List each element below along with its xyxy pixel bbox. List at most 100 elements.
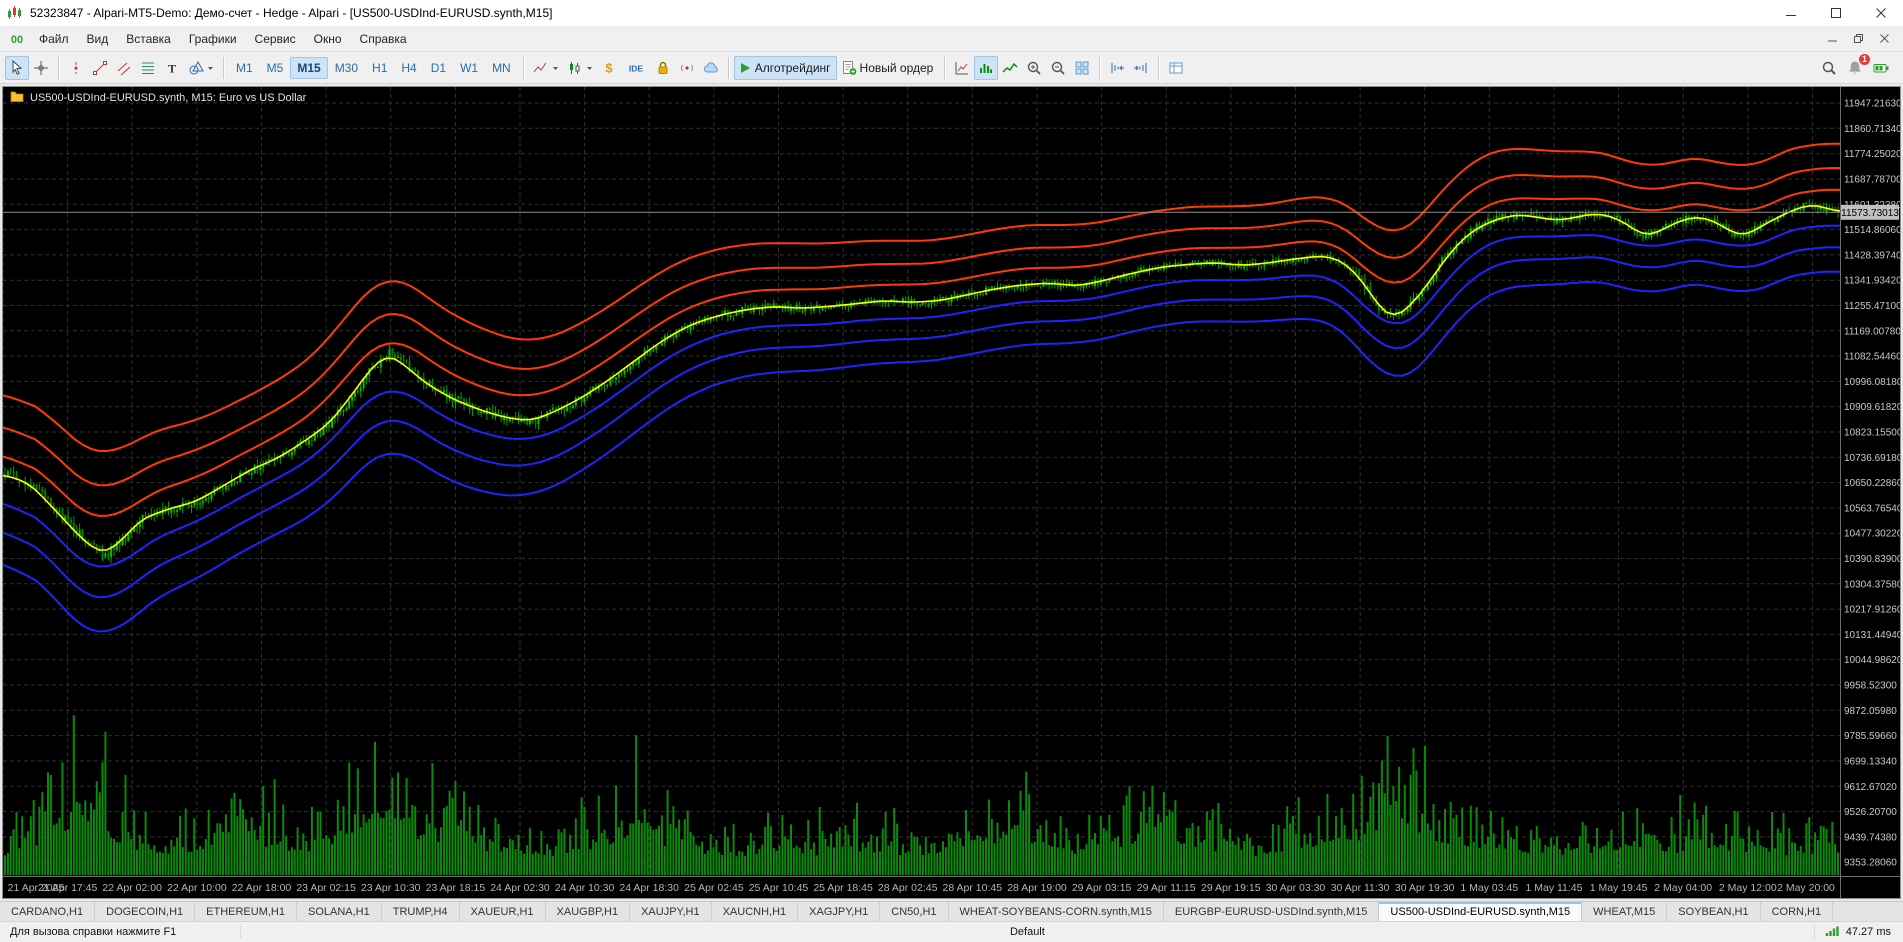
chart-tab-15[interactable]: SOYBEAN,H1 <box>1667 902 1761 921</box>
svg-text:25 Apr 02:45: 25 Apr 02:45 <box>684 882 744 894</box>
menu-item-0[interactable]: Файл <box>30 27 78 51</box>
zoom-in-button[interactable] <box>1022 56 1046 80</box>
svg-text:T: T <box>168 61 176 75</box>
shapes-tool[interactable] <box>184 56 218 80</box>
chart-tab-7[interactable]: XAUJPY,H1 <box>630 902 712 921</box>
svg-text:9526.20700: 9526.20700 <box>1844 807 1897 818</box>
svg-text:10909.61820: 10909.61820 <box>1844 402 1900 413</box>
svg-text:21 Apr 17:45: 21 Apr 17:45 <box>38 882 98 894</box>
chart-tab-16[interactable]: CORN,H1 <box>1760 902 1834 921</box>
timeframe-h4[interactable]: H4 <box>394 57 423 79</box>
chart-tab-3[interactable]: SOLANA,H1 <box>296 902 382 921</box>
svg-text:29 Apr 19:15: 29 Apr 19:15 <box>1201 882 1261 894</box>
status-profile[interactable]: Default <box>1000 926 1055 938</box>
svg-text:9872.05980: 9872.05980 <box>1844 706 1897 717</box>
timeframe-d1[interactable]: D1 <box>424 57 453 79</box>
minimize-button[interactable] <box>1768 0 1813 26</box>
close-button[interactable] <box>1858 0 1903 26</box>
menu-item-1[interactable]: Вид <box>78 27 118 51</box>
timeframe-m30[interactable]: M30 <box>328 57 365 79</box>
chart-tab-0[interactable]: CARDANO,H1 <box>0 902 96 921</box>
volumes-toggle[interactable] <box>974 55 999 80</box>
chart-tab-2[interactable]: ETHEREUM,H1 <box>195 902 297 921</box>
chart-tab-10[interactable]: CN50,H1 <box>880 902 949 921</box>
svg-text:2 May 04:00: 2 May 04:00 <box>1654 882 1712 894</box>
menu-item-4[interactable]: Сервис <box>246 27 305 51</box>
tile-windows-button[interactable] <box>1070 56 1094 80</box>
chart-symbol-text: US500-USDInd-EURUSD.synth, M15: Euro vs … <box>30 91 307 104</box>
svg-text:28 Apr 19:00: 28 Apr 19:00 <box>1007 882 1067 894</box>
chart-tab-13[interactable]: US500-USDInd-EURUSD.synth,M15 <box>1379 902 1583 921</box>
svg-text:30 Apr 11:30: 30 Apr 11:30 <box>1331 882 1390 894</box>
toolbar: T M1 M5 M15 M30 H1 H4 D1 W1 MN $ IDE Алготрейдинг Нов… <box>0 52 1903 84</box>
chart-canvas[interactable]: 11947.21630 11860.71340 11774.25020 11687.7… <box>2 87 1903 898</box>
svg-text:11687.78700: 11687.78700 <box>1844 175 1900 186</box>
timeframe-m1[interactable]: M1 <box>229 57 260 79</box>
svg-text:10044.98620: 10044.98620 <box>1844 655 1900 666</box>
cloud-service-button[interactable] <box>699 56 723 80</box>
line-chart-type[interactable] <box>529 56 563 80</box>
maximize-button[interactable] <box>1813 0 1858 26</box>
timeframe-mn[interactable]: MN <box>485 57 518 79</box>
fibonacci-tool[interactable] <box>136 56 160 80</box>
menu-item-3[interactable]: Графики <box>180 27 246 51</box>
mt5-application: { "window": { "title": "52323847 - Alpar… <box>0 0 1903 942</box>
text-tool[interactable]: T <box>160 56 184 80</box>
svg-text:11774.25020: 11774.25020 <box>1844 149 1900 160</box>
chart-tab-11[interactable]: WHEAT-SOYBEANS-CORN.synth,M15 <box>948 902 1164 921</box>
svg-text:29 Apr 03:15: 29 Apr 03:15 <box>1072 882 1132 894</box>
chart-tab-6[interactable]: XAUGBP,H1 <box>545 902 631 921</box>
menu-item-5[interactable]: Окно <box>305 27 351 51</box>
app-icon <box>7 5 23 21</box>
menu-item-6[interactable]: Справка <box>351 27 416 51</box>
toolbar-separator <box>1158 56 1160 79</box>
child-restore-button[interactable] <box>1847 30 1869 48</box>
chart-tab-9[interactable]: XAGJPY,H1 <box>798 902 881 921</box>
timeframe-m15[interactable]: M15 <box>290 56 328 79</box>
chart-tab-1[interactable]: DOGECOIN,H1 <box>95 902 196 921</box>
algo-trading-button[interactable]: Алготрейдинг <box>733 55 837 80</box>
zoom-out-button[interactable] <box>1046 56 1070 80</box>
cursor-tool[interactable] <box>5 55 29 80</box>
timeframe-h1[interactable]: H1 <box>365 57 394 79</box>
tick-chart-toggle[interactable] <box>950 56 974 80</box>
data-window-toggle[interactable] <box>1164 56 1188 80</box>
candle-chart-type[interactable] <box>563 56 597 80</box>
chart-tab-8[interactable]: XAUCNH,H1 <box>711 902 799 921</box>
child-minimize-button[interactable] <box>1821 30 1843 48</box>
connection-latency: 47.27 ms <box>1813 924 1903 940</box>
connection-power-indicator[interactable] <box>1869 56 1894 80</box>
chart-tabs-bar: CARDANO,H1 DOGECOIN,H1 ETHEREUM,H1 SOLANA,H… <box>0 901 1903 921</box>
chart-tab-5[interactable]: XAUEUR,H1 <box>459 902 546 921</box>
child-close-button[interactable] <box>1873 30 1895 48</box>
crosshair-tool[interactable] <box>29 56 53 80</box>
search-button[interactable] <box>1817 56 1841 80</box>
svg-text:2 May 20:00: 2 May 20:00 <box>1777 882 1835 894</box>
signals-service-button[interactable] <box>675 56 699 80</box>
svg-text:25 Apr 18:45: 25 Apr 18:45 <box>813 882 873 894</box>
chart-tab-14[interactable]: WHEAT,M15 <box>1582 902 1668 921</box>
svg-text:11573.73013: 11573.73013 <box>1841 208 1899 219</box>
timeframe-w1[interactable]: W1 <box>453 57 485 79</box>
arrange-panel-left-button[interactable] <box>1105 56 1129 80</box>
vertical-line-tool[interactable] <box>64 56 88 80</box>
trendline-tool[interactable] <box>88 56 112 80</box>
new-order-button[interactable]: Новый ордер <box>837 56 940 80</box>
timeframe-m5[interactable]: M5 <box>260 57 291 79</box>
toolbar-separator <box>1099 56 1101 79</box>
svg-text:30 Apr 03:30: 30 Apr 03:30 <box>1266 882 1326 894</box>
arrange-panel-right-button[interactable] <box>1129 56 1153 80</box>
equidistant-channel-tool[interactable] <box>112 56 136 80</box>
lock-toggle[interactable] <box>651 56 675 80</box>
chart-tab-12[interactable]: EURGBP-EURUSD-USDInd.synth,M15 <box>1163 902 1380 921</box>
svg-text:11860.71340: 11860.71340 <box>1844 124 1900 135</box>
menu-item-2[interactable]: Вставка <box>117 27 180 51</box>
notifications-button[interactable]: 1 <box>1843 53 1870 80</box>
chart-tab-4[interactable]: TRUMP,H4 <box>381 902 460 921</box>
svg-text:$: $ <box>605 60 613 75</box>
market-watch-toggle[interactable]: $ <box>597 56 621 80</box>
svg-text:1 May 11:45: 1 May 11:45 <box>1525 882 1582 894</box>
depth-of-market-toggle[interactable] <box>998 56 1022 80</box>
metaeditor-ide-button[interactable]: IDE <box>621 56 651 80</box>
svg-text:23 Apr 10:30: 23 Apr 10:30 <box>361 882 421 894</box>
